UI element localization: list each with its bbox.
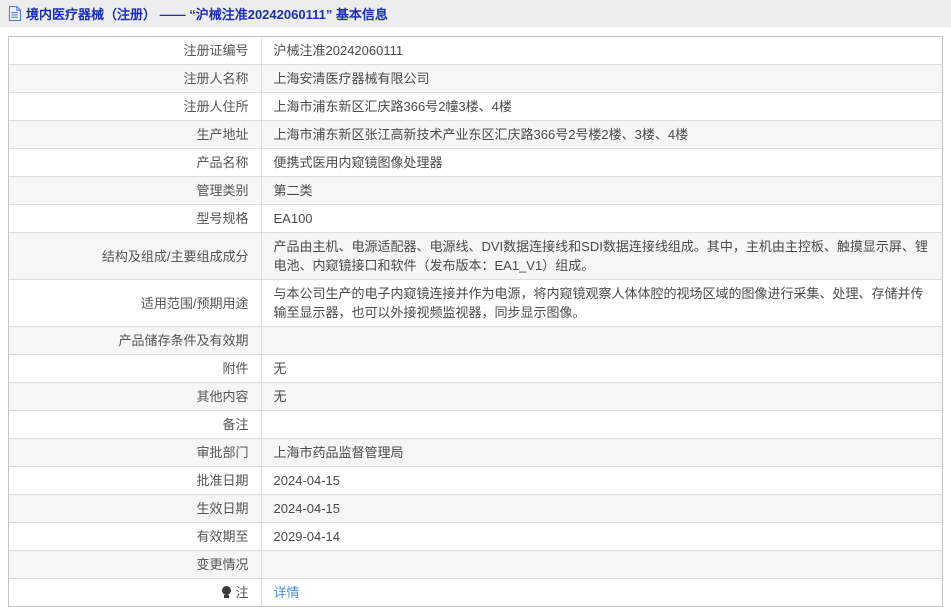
row-value: 沪械注准20242060111	[273, 43, 404, 58]
table-row: 批准日期 2024-04-15	[9, 466, 942, 495]
row-label: 附件	[9, 354, 262, 383]
row-label: 适用范围/预期用途	[9, 279, 262, 327]
table-row: 型号规格 EA100	[9, 204, 942, 233]
page-header: 境内医疗器械（注册） —— “沪械注准20242060111” 基本信息	[0, 0, 951, 27]
page-title: 境内医疗器械（注册） —— “沪械注准20242060111” 基本信息	[26, 7, 388, 22]
info-table: 注册证编号 沪械注准20242060111 注册人名称 上海安清医疗器械有限公司…	[9, 37, 942, 606]
row-value: 2024-04-15	[261, 494, 942, 523]
table-row: 产品储存条件及有效期	[9, 326, 942, 355]
table-row: 适用范围/预期用途 与本公司生产的电子内窥镜连接并作为电源，将内窥镜观察人体体腔…	[9, 279, 942, 327]
row-label: 型号规格	[9, 204, 262, 233]
table-row: 注册人名称 上海安清医疗器械有限公司	[9, 64, 942, 93]
row-label: 备注	[9, 410, 262, 439]
table-row: 结构及组成/主要组成成分 产品由主机、电源适配器、电源线、DVI数据连接线和SD…	[9, 232, 942, 280]
row-label: 产品名称	[9, 148, 262, 177]
row-value: 无	[261, 354, 942, 383]
row-value: 产品由主机、电源适配器、电源线、DVI数据连接线和SDI数据连接线组成。其中，主…	[261, 232, 942, 280]
table-row: 其他内容 无	[9, 382, 942, 411]
row-label: 有效期至	[9, 522, 262, 551]
details-link[interactable]: 详情	[274, 585, 300, 600]
lightbulb-icon	[222, 586, 232, 598]
table-row: 管理类别 第二类	[9, 176, 942, 205]
row-value: 上海市药品监督管理局	[261, 438, 942, 467]
row-label: 注册人名称	[9, 64, 262, 93]
table-row: 注册证编号 沪械注准20242060111	[9, 37, 942, 65]
table-row: 生产地址 上海市浦东新区张江高新技术产业东区汇庆路366号2号楼2楼、3楼、4楼	[9, 120, 942, 149]
table-row: 注册人住所 上海市浦东新区汇庆路366号2幢3楼、4楼	[9, 92, 942, 121]
row-value	[261, 410, 942, 439]
row-label: 生产地址	[9, 120, 262, 149]
row-label: 结构及组成/主要组成成分	[9, 232, 262, 280]
row-value: 上海市浦东新区汇庆路366号2幢3楼、4楼	[261, 92, 942, 121]
table-row: 生效日期 2024-04-15	[9, 494, 942, 523]
table-row: 审批部门 上海市药品监督管理局	[9, 438, 942, 467]
row-value: 便携式医用内窥镜图像处理器	[261, 148, 942, 177]
row-label: 批准日期	[9, 466, 262, 495]
row-label: 管理类别	[9, 176, 262, 205]
row-label: 注册人住所	[9, 92, 262, 121]
document-icon	[8, 6, 21, 21]
row-value: 无	[261, 382, 942, 411]
row-value: 与本公司生产的电子内窥镜连接并作为电源，将内窥镜观察人体体腔的视场区域的图像进行…	[261, 279, 942, 327]
row-label: 产品储存条件及有效期	[9, 326, 262, 355]
row-value: 2024-04-15	[261, 466, 942, 495]
row-label: 变更情况	[9, 550, 262, 579]
row-value: 上海市浦东新区张江高新技术产业东区汇庆路366号2号楼2楼、3楼、4楼	[261, 120, 942, 149]
row-label: 注	[9, 578, 262, 606]
row-value: EA100	[261, 204, 942, 233]
row-label: 其他内容	[9, 382, 262, 411]
table-row: 有效期至 2029-04-14	[9, 522, 942, 551]
row-value	[261, 326, 942, 355]
table-row: 产品名称 便携式医用内窥镜图像处理器	[9, 148, 942, 177]
row-value: 详情	[261, 578, 942, 606]
table-row: 附件 无	[9, 354, 942, 383]
table-row: 变更情况	[9, 550, 942, 579]
row-label: 生效日期	[9, 494, 262, 523]
row-label: 审批部门	[9, 438, 262, 467]
table-row: 注 详情	[9, 578, 942, 606]
info-table-body: 注册证编号 沪械注准20242060111 注册人名称 上海安清医疗器械有限公司…	[9, 37, 942, 606]
info-table-container: 注册证编号 沪械注准20242060111 注册人名称 上海安清医疗器械有限公司…	[8, 36, 943, 607]
row-value: 上海安清医疗器械有限公司	[261, 64, 942, 93]
table-row: 备注	[9, 410, 942, 439]
row-label: 注册证编号	[9, 37, 262, 65]
row-value: 第二类	[261, 176, 942, 205]
row-value	[261, 550, 942, 579]
row-value: 2029-04-14	[261, 522, 942, 551]
